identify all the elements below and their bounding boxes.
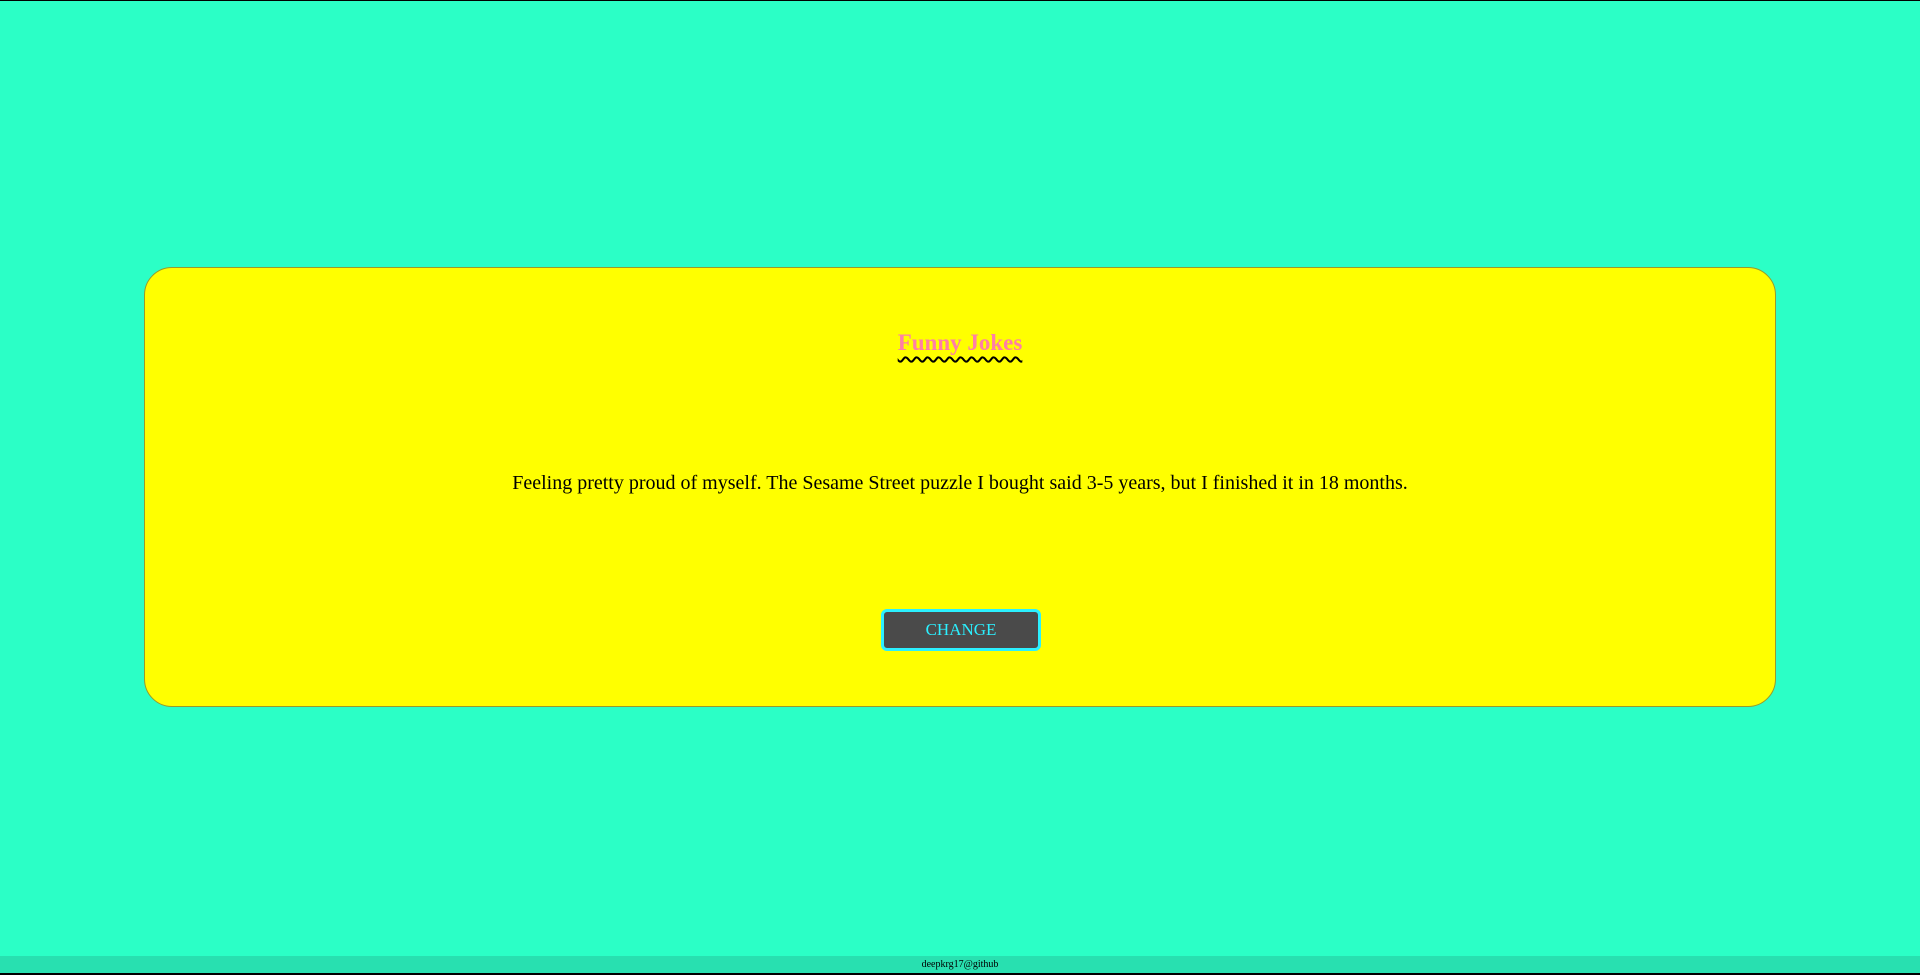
joke-card: Funny Jokes Feeling pretty proud of myse…: [144, 267, 1776, 707]
footer-credit: deepkrg17@github: [0, 956, 1920, 973]
page-title: Funny Jokes: [897, 330, 1023, 355]
change-button[interactable]: CHANGE: [881, 609, 1041, 651]
joke-text: Feeling pretty proud of myself. The Sesa…: [512, 472, 1408, 494]
